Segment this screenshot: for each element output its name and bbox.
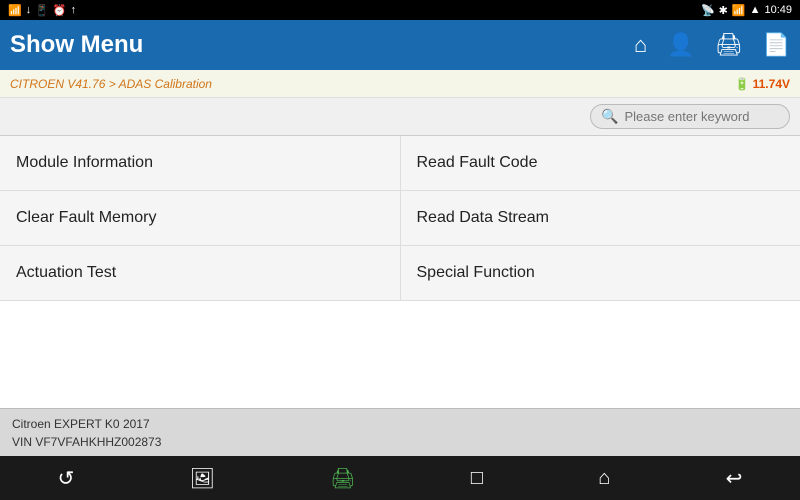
search-input[interactable] [624, 109, 779, 124]
asterisk-icon: ✱ [719, 4, 728, 17]
header: Show Menu ⌂ 👤 🖨 📄 [0, 20, 800, 70]
download-icon: ↓ [26, 4, 32, 16]
nav-bar: ↺ 🖼 🖨 □ ⌂ ↩ [0, 456, 800, 500]
card-icon[interactable]: 📄 [763, 32, 790, 58]
header-icons: ⌂ 👤 🖨 📄 [634, 32, 790, 58]
signal-icon: ▲ [750, 4, 761, 16]
nav-image-icon[interactable]: 🖼 [174, 460, 231, 497]
menu-row: Clear Fault Memory Read Data Stream [0, 191, 800, 246]
sim-icon: 📶 [8, 4, 22, 17]
menu-item-clear-fault-memory[interactable]: Clear Fault Memory [0, 191, 401, 245]
android-icon: 📱 [35, 4, 49, 17]
menu-item-module-information[interactable]: Module Information [0, 136, 401, 190]
menu-item-special-function[interactable]: Special Function [401, 246, 800, 300]
vehicle-info: Citroen EXPERT K0 2017 VIN VF7VFAHKHHZ00… [12, 415, 161, 451]
menu-row: Actuation Test Special Function [0, 246, 800, 301]
bluetooth-icon: 📡 [701, 4, 715, 17]
menu-item-actuation-test[interactable]: Actuation Test [0, 246, 401, 300]
status-bar-left: 📶 ↓ 📱 ⏰ ↑ [8, 4, 76, 17]
breadcrumb-bar: CITROEN V41.76 > ADAS Calibration 🔋 11.7… [0, 70, 800, 98]
nav-square-icon[interactable]: □ [455, 461, 499, 496]
wifi-icon: 📶 [732, 4, 746, 17]
clock-icon: ⏰ [53, 4, 67, 17]
upload-icon: ↑ [71, 4, 77, 16]
home-icon[interactable]: ⌂ [634, 32, 647, 58]
page-title: Show Menu [10, 31, 143, 59]
vehicle-model: Citroen EXPERT K0 2017 [12, 415, 161, 433]
nav-back-icon[interactable]: ↩ [710, 460, 759, 497]
search-bar: 🔍 [0, 98, 800, 136]
nav-home-icon[interactable]: ⌂ [582, 461, 626, 496]
battery-icon: 🔋 [735, 77, 750, 91]
battery-indicator: 🔋 11.74V [735, 77, 790, 91]
breadcrumb: CITROEN V41.76 > ADAS Calibration [10, 77, 212, 91]
search-input-wrap[interactable]: 🔍 [590, 104, 790, 129]
search-icon: 🔍 [601, 108, 618, 125]
nav-print-icon[interactable]: 🖨 [314, 460, 371, 497]
time-display: 10:49 [764, 4, 792, 16]
user-icon[interactable]: 👤 [667, 32, 694, 58]
print-icon[interactable]: 🖨 [715, 32, 743, 58]
status-bar-right: 📡 ✱ 📶 ▲ 10:49 [701, 4, 792, 17]
menu-item-read-fault-code[interactable]: Read Fault Code [401, 136, 800, 190]
menu-row: Module Information Read Fault Code [0, 136, 800, 191]
nav-refresh-icon[interactable]: ↺ [42, 460, 91, 497]
vehicle-vin: VIN VF7VFAHKHHZ002873 [12, 433, 161, 451]
menu-grid: Module Information Read Fault Code Clear… [0, 136, 800, 408]
status-bar: 📶 ↓ 📱 ⏰ ↑ 📡 ✱ 📶 ▲ 10:49 [0, 0, 800, 20]
menu-item-read-data-stream[interactable]: Read Data Stream [401, 191, 800, 245]
battery-voltage: 11.74V [753, 77, 790, 91]
info-bar: Citroen EXPERT K0 2017 VIN VF7VFAHKHHZ00… [0, 408, 800, 456]
